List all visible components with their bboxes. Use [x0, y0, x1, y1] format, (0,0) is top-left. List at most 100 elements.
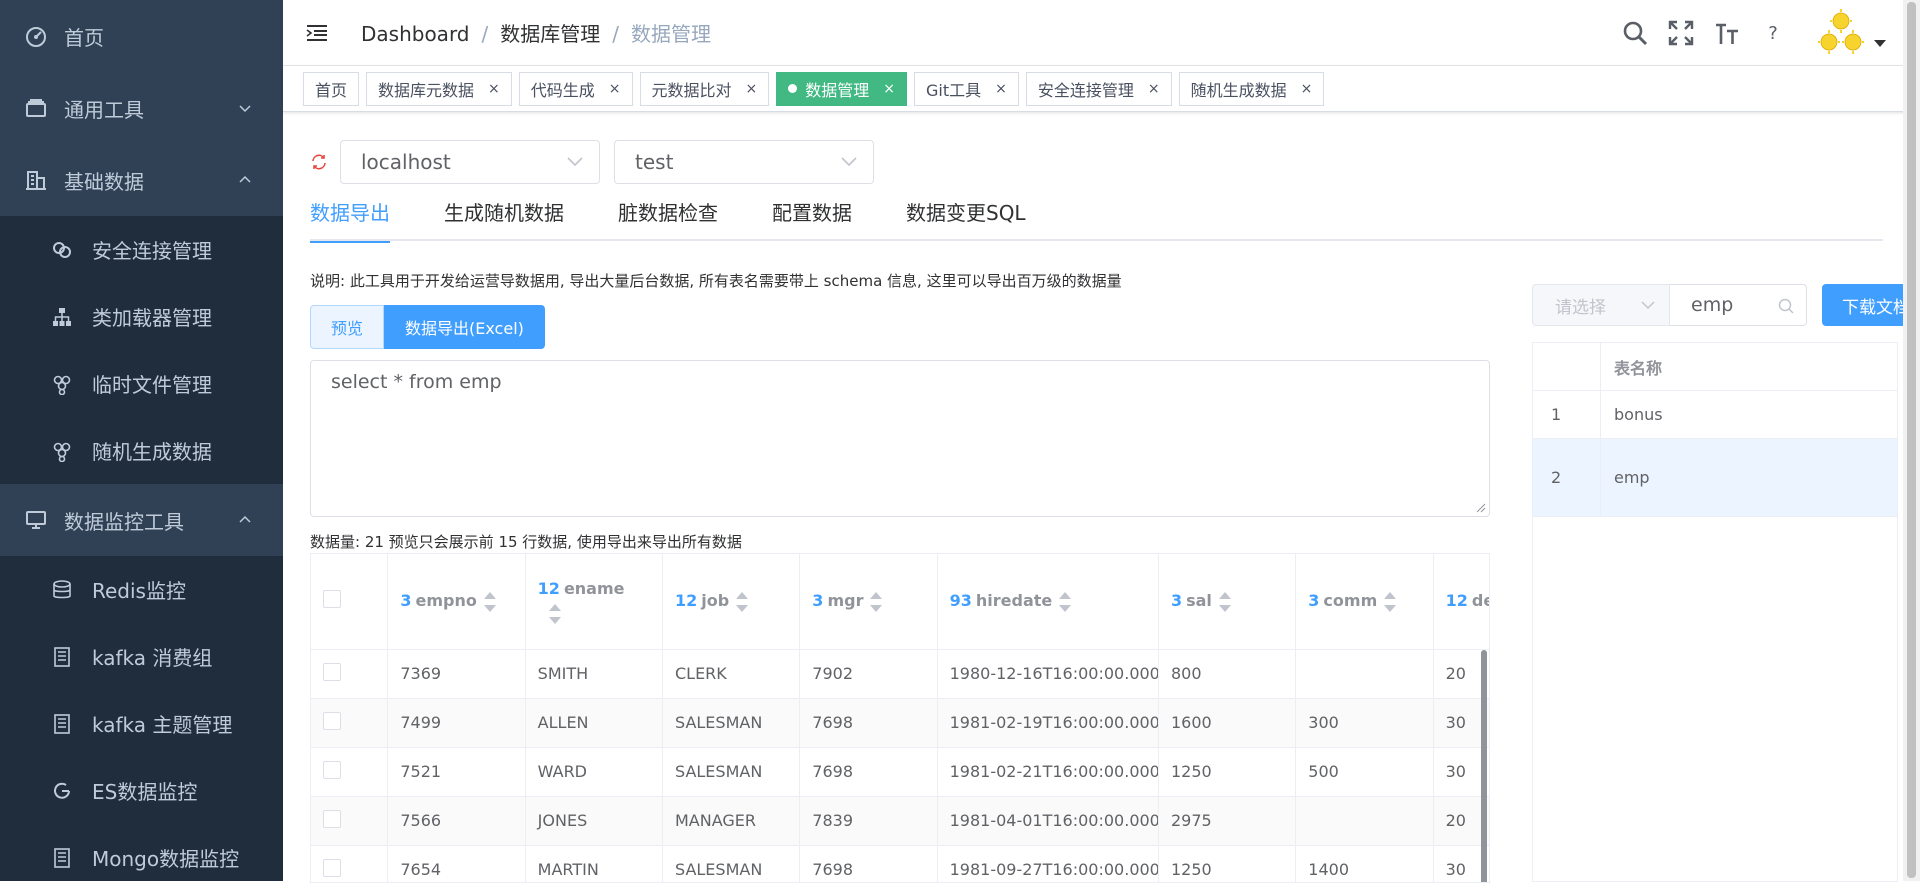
column-name: comm [1323, 591, 1378, 610]
tab-config-data[interactable]: 配置数据 [772, 197, 852, 241]
column-name: hiredate [975, 591, 1053, 610]
row-checkbox[interactable] [323, 711, 341, 730]
tag-code-gen[interactable]: 代码生成 × [518, 71, 633, 106]
table-cell [1295, 796, 1434, 846]
font-size-icon[interactable] [1710, 16, 1744, 50]
search-value: emp [1691, 294, 1734, 316]
sidebar-item-redis[interactable]: Redis监控 [0, 556, 283, 623]
sidebar-item-kafka-topic[interactable]: kafka 主题管理 [0, 690, 283, 757]
table-row[interactable]: 7369 SMITH CLERK 7902 1980-12-16T16:00:0… [311, 649, 1489, 699]
sidebar-item-label: 基础数据 [64, 169, 144, 194]
sort-icon[interactable] [1383, 591, 1397, 612]
avatar[interactable] [1816, 8, 1866, 58]
list-item[interactable]: 1 bonus [1533, 391, 1897, 439]
sidebar-item-mongo-monitor[interactable]: Mongo数据监控 [0, 824, 283, 881]
sort-icon[interactable] [735, 591, 749, 612]
list-item-selected[interactable]: 2 emp [1533, 439, 1897, 517]
search-icon[interactable] [1618, 16, 1652, 50]
column-header[interactable]: 3 comm [1295, 554, 1434, 650]
hamburger-icon[interactable] [305, 21, 329, 45]
tag-metadata-compare[interactable]: 元数据比对 × [639, 71, 770, 106]
sidebar-item-classloader[interactable]: 类加载器管理 [0, 283, 283, 350]
sidebar-item-random-data[interactable]: 随机生成数据 [0, 417, 283, 484]
tag-secure-connection[interactable]: 安全连接管理 × [1025, 71, 1172, 106]
sidebar-item-basic-data[interactable]: 基础数据 [0, 144, 283, 216]
preview-button[interactable]: 预览 [310, 305, 385, 349]
fullscreen-icon[interactable] [1664, 16, 1698, 50]
close-icon[interactable]: × [883, 81, 895, 97]
sidebar-item-data-monitor[interactable]: 数据监控工具 [0, 484, 283, 556]
table-filter-select[interactable]: 请选择 [1532, 284, 1670, 326]
refresh-icon[interactable] [310, 153, 328, 171]
sidebar-item-general-tools[interactable]: 通用工具 [0, 72, 283, 144]
row-checkbox[interactable] [323, 760, 341, 779]
row-checkbox[interactable] [323, 858, 341, 877]
sidebar-item-temp-files[interactable]: 临时文件管理 [0, 350, 283, 417]
table-search-input[interactable]: emp [1670, 284, 1807, 326]
help-icon[interactable]: ? [1756, 16, 1790, 50]
column-header[interactable]: 3 empno [387, 554, 526, 650]
column-type: 3 [1308, 591, 1320, 610]
export-excel-button[interactable]: 数据导出(Excel) [384, 305, 545, 349]
table-cell: 1400 [1295, 845, 1434, 882]
close-icon[interactable]: × [609, 81, 621, 97]
download-doc-button[interactable]: 下载文档 [1822, 284, 1913, 326]
page-scrollbar[interactable] [1903, 0, 1920, 881]
column-header[interactable]: 3 mgr [799, 554, 938, 650]
close-icon[interactable]: × [995, 81, 1007, 97]
tab-random-data[interactable]: 生成随机数据 [444, 197, 564, 241]
column-header[interactable]: 12 job [662, 554, 801, 650]
table-row[interactable]: 7499 ALLEN SALESMAN 7698 1981-02-19T16:0… [311, 698, 1489, 748]
table-cell: 7839 [799, 796, 938, 846]
sort-icon[interactable] [483, 591, 497, 612]
tag-home[interactable]: 首页 [303, 71, 360, 106]
tag-label: 数据库元数据 [378, 80, 475, 100]
sort-icon[interactable] [1058, 591, 1072, 612]
tab-dirty-data-check[interactable]: 脏数据检查 [618, 197, 718, 241]
tag-data-manage[interactable]: 数据管理 × [776, 71, 908, 106]
breadcrumb-db-manage[interactable]: 数据库管理 [500, 22, 600, 46]
document-icon [50, 846, 74, 870]
page-scrollbar-thumb[interactable] [1907, 2, 1916, 878]
tag-db-metadata[interactable]: 数据库元数据 × [366, 71, 512, 106]
avatar-caret-icon[interactable] [1874, 39, 1886, 47]
layers-icon [24, 96, 48, 120]
table-row[interactable]: 7654 MARTIN SALESMAN 7698 1981-09-27T16:… [311, 845, 1489, 882]
sidebar-item-es-monitor[interactable]: ES数据监控 [0, 757, 283, 824]
tag-git[interactable]: Git工具 × [914, 71, 1019, 106]
sort-icon[interactable] [869, 591, 883, 612]
row-checkbox[interactable] [323, 809, 341, 828]
close-icon[interactable]: × [746, 81, 758, 97]
connection-select[interactable]: localhost [340, 140, 600, 184]
tabs: 数据导出 生成随机数据 脏数据检查 配置数据 数据变更SQL [310, 197, 1883, 243]
breadcrumb-dashboard[interactable]: Dashboard [361, 22, 470, 46]
column-header[interactable]: 93 hiredate [937, 554, 1159, 650]
sidebar-item-kafka-consumer[interactable]: kafka 消费组 [0, 623, 283, 690]
column-header[interactable]: 12 ename [525, 554, 663, 650]
tag-random-data[interactable]: 随机生成数据 × [1178, 71, 1325, 106]
close-icon[interactable]: × [1301, 81, 1313, 97]
row-checkbox[interactable] [323, 662, 341, 681]
search-icon[interactable] [1778, 298, 1794, 314]
close-icon[interactable]: × [1148, 81, 1160, 97]
select-all-checkbox[interactable] [323, 590, 341, 609]
tab-change-sql[interactable]: 数据变更SQL [906, 197, 1026, 241]
schema-select[interactable]: test [614, 140, 874, 184]
table-scrollbar[interactable] [1481, 650, 1487, 882]
close-icon[interactable]: × [488, 81, 500, 97]
tab-data-export[interactable]: 数据导出 [310, 197, 390, 243]
column-header[interactable]: 12deptno [1433, 554, 1489, 650]
sidebar-item-home[interactable]: 首页 [0, 0, 283, 72]
building-icon [24, 168, 48, 192]
table-row[interactable]: 7521 WARD SALESMAN 7698 1981-02-21T16:00… [311, 747, 1489, 797]
sql-textarea[interactable]: select * from emp [310, 360, 1490, 517]
sort-icon[interactable] [548, 603, 562, 624]
table-row[interactable]: 7566 JONES MANAGER 7839 1981-04-01T16:00… [311, 796, 1489, 846]
table-name-list: 表名称 1 bonus 2 emp [1532, 342, 1898, 882]
table-cell: WARD [525, 747, 663, 797]
sidebar-item-secure-connection[interactable]: 安全连接管理 [0, 216, 283, 283]
resize-grip-icon[interactable] [1476, 503, 1486, 513]
column-header[interactable]: 3 sal [1158, 554, 1297, 650]
sidebar-item-label: 安全连接管理 [92, 239, 212, 263]
sort-icon[interactable] [1218, 591, 1232, 612]
